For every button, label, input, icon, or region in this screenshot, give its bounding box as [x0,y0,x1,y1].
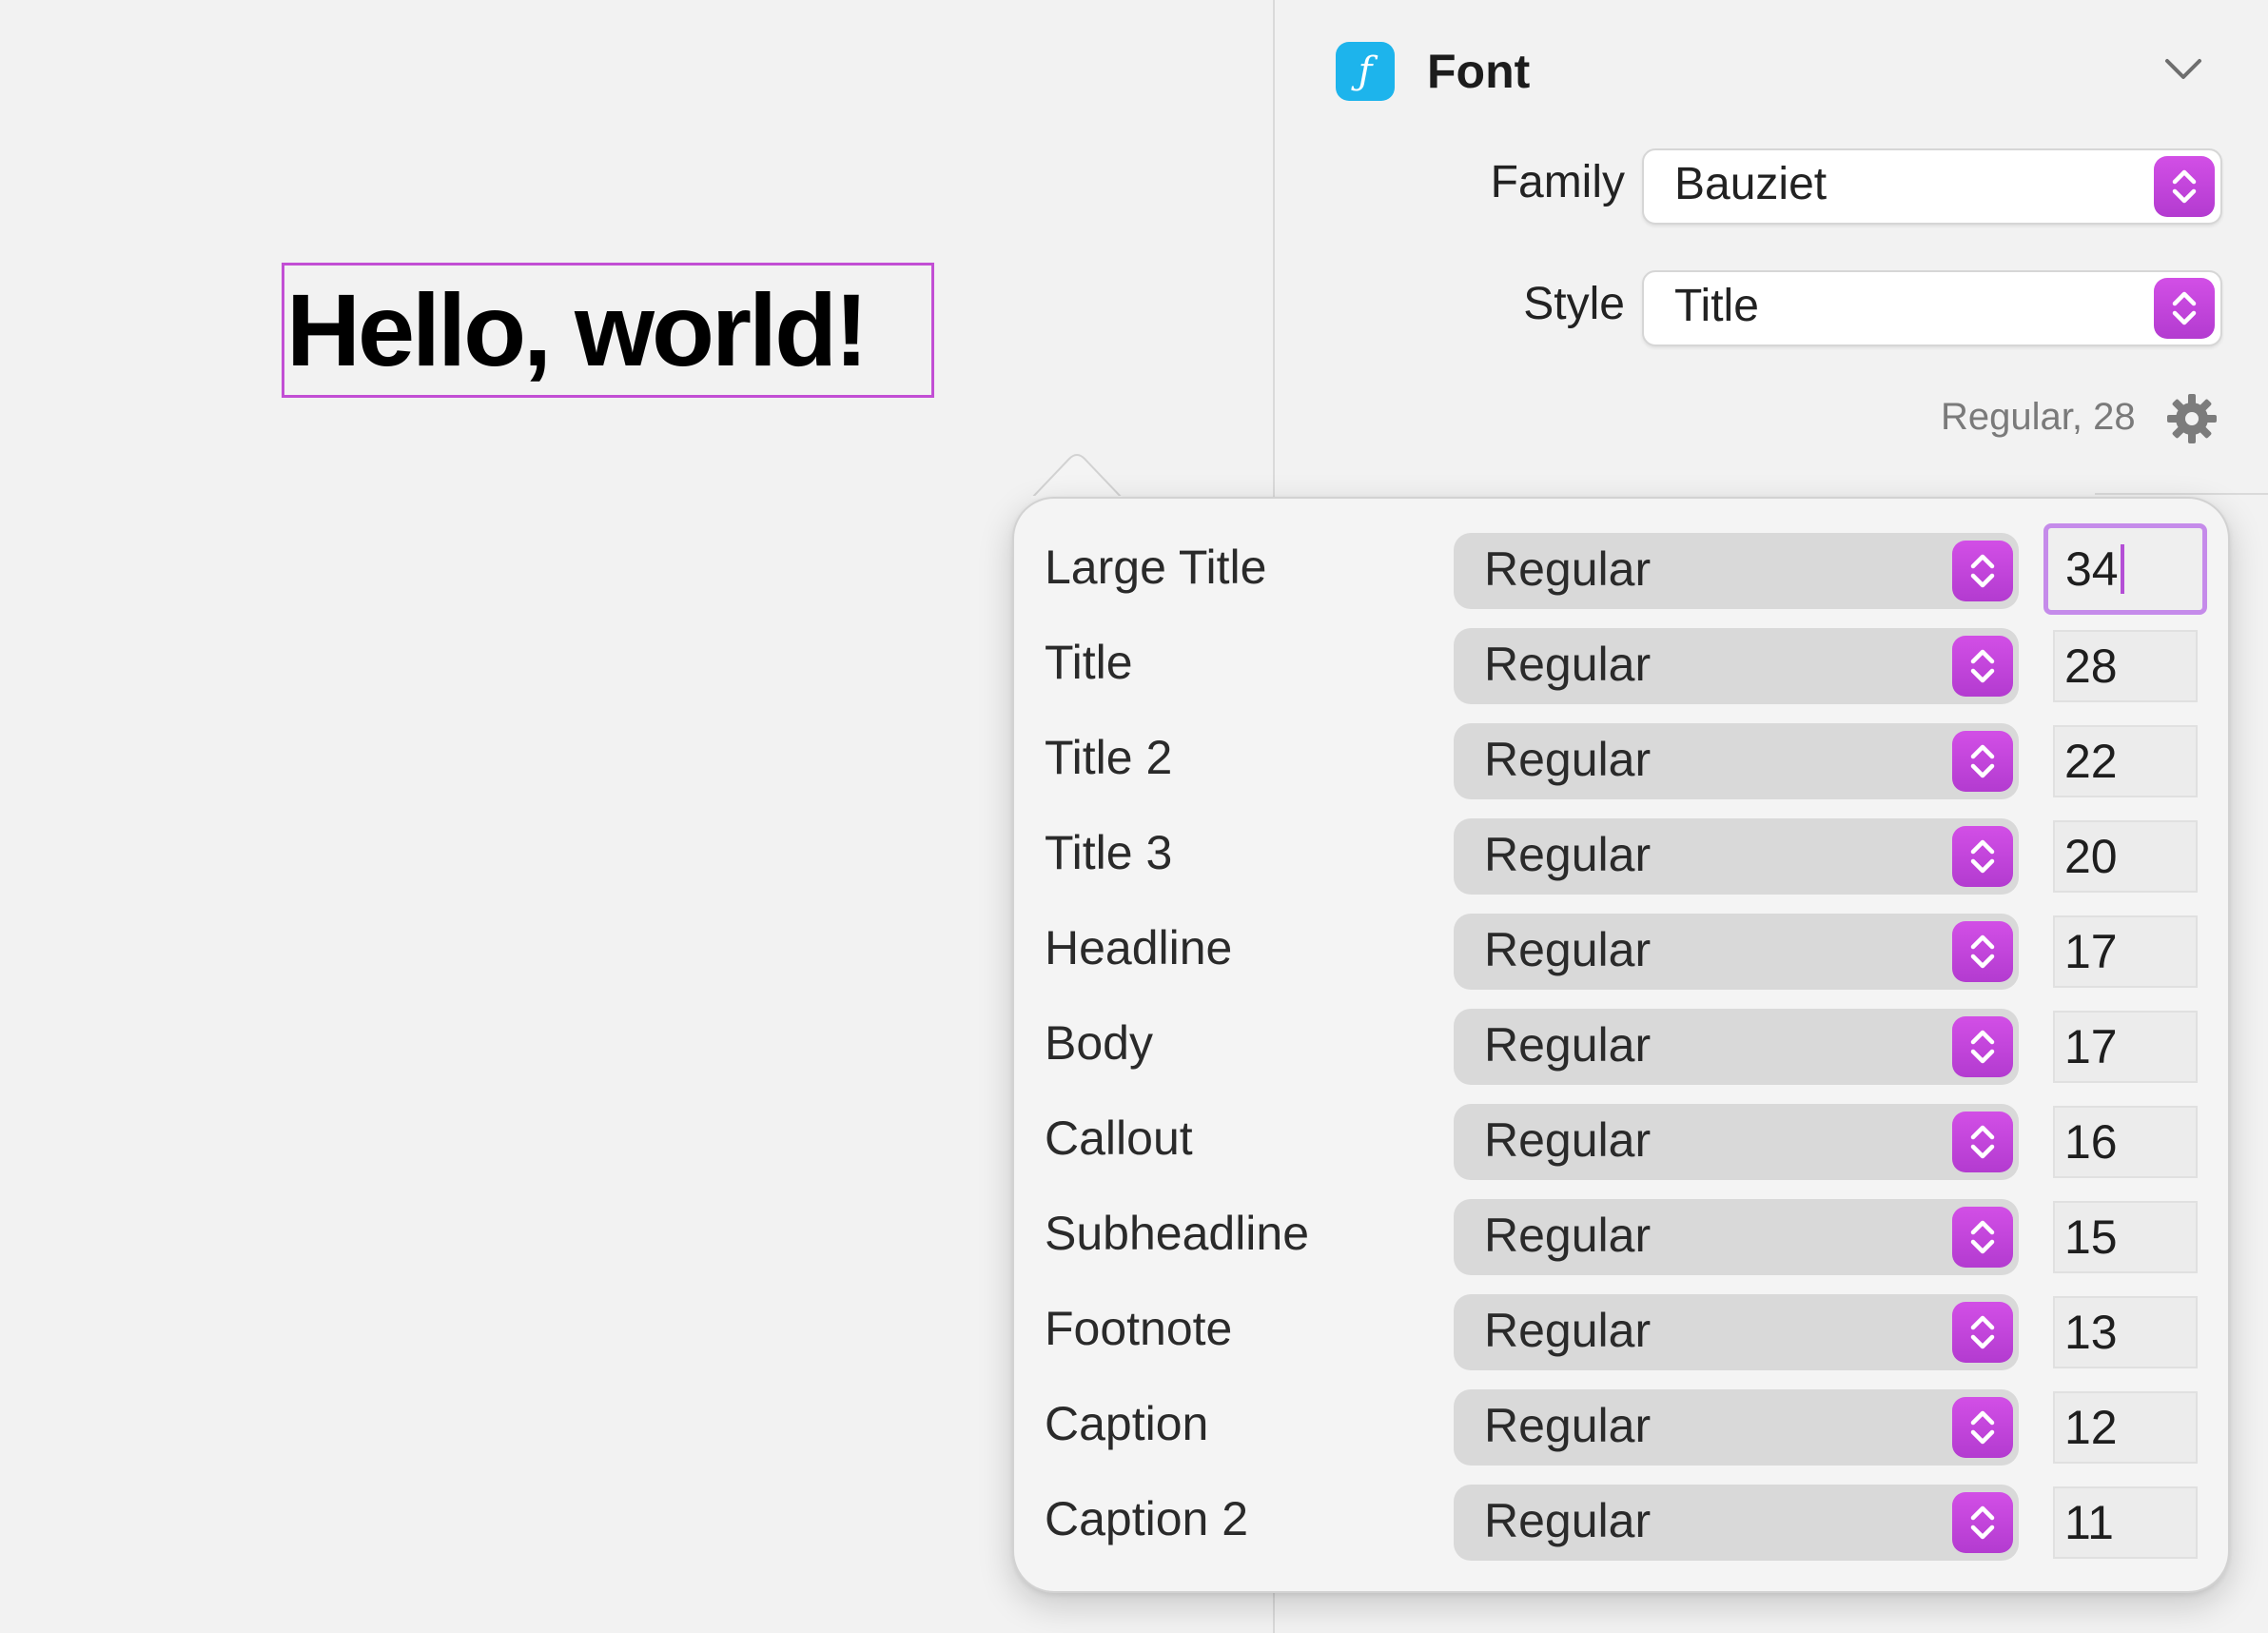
family-popup[interactable]: Bauziet [1642,148,2222,225]
size-value: 28 [2064,639,2118,693]
size-value: 22 [2064,735,2118,788]
weight-value: Regular [1484,1304,1652,1357]
size-value: 15 [2064,1210,2118,1264]
weight-value: Regular [1484,828,1652,881]
size-field[interactable]: 12 [2053,1391,2198,1464]
text-style-name: Title [1045,636,1133,689]
size-value: 16 [2064,1115,2118,1169]
updown-chevron-icon[interactable] [1952,1397,2013,1458]
size-field[interactable]: 11 [2053,1486,2198,1559]
weight-value: Regular [1484,542,1652,596]
weight-select[interactable]: Regular [1454,1199,2019,1275]
text-style-name: Large Title [1045,541,1267,594]
text-style-name: Caption [1045,1397,1209,1450]
gear-icon[interactable] [2165,392,2219,445]
text-style-name: Headline [1045,921,1233,974]
weight-select[interactable]: Regular [1454,818,2019,895]
weight-select[interactable]: Regular [1454,628,2019,704]
text-style-row: Title Regular 28 [1014,615,2228,710]
size-value: 12 [2064,1401,2118,1454]
text-style-row: Footnote Regular 13 [1014,1281,2228,1376]
updown-chevron-icon[interactable] [2154,278,2215,339]
text-style-name: Footnote [1045,1302,1233,1355]
weight-value: Regular [1484,1113,1652,1167]
weight-select[interactable]: Regular [1454,914,2019,990]
text-style-row: Caption 2 Regular 11 [1014,1471,2228,1566]
weight-select[interactable]: Regular [1454,1485,2019,1561]
weight-value: Regular [1484,1494,1652,1547]
section-title: Font [1427,45,1531,98]
size-field[interactable]: 34 [2043,523,2207,615]
text-style-name: Caption 2 [1045,1492,1249,1545]
updown-chevron-icon[interactable] [1952,1492,2013,1553]
text-style-name: Title 2 [1045,731,1173,784]
section-divider [2095,493,2268,495]
weight-select[interactable]: Regular [1454,1104,2019,1180]
chevron-down-icon[interactable] [2160,49,2207,88]
font-icon-glyph: ƒ [1358,49,1373,93]
size-field[interactable]: 17 [2053,915,2198,988]
updown-chevron-icon[interactable] [1952,731,2013,792]
size-field[interactable]: 22 [2053,725,2198,797]
size-field[interactable]: 16 [2053,1106,2198,1178]
text-style-row: Callout Regular 16 [1014,1091,2228,1186]
weight-value: Regular [1484,1209,1652,1262]
updown-chevron-icon[interactable] [1952,1302,2013,1363]
weight-select[interactable]: Regular [1454,533,2019,609]
size-field[interactable]: 17 [2053,1011,2198,1083]
text-style-name: Callout [1045,1112,1193,1165]
text-style-row: Caption Regular 12 [1014,1376,2228,1471]
size-field[interactable]: 13 [2053,1296,2198,1368]
style-summary: Regular, 28 [1941,396,2136,438]
text-style-row: Body Regular 17 [1014,995,2228,1091]
text-style-row: Headline Regular 17 [1014,900,2228,995]
updown-chevron-icon[interactable] [1952,541,2013,601]
size-field[interactable]: 15 [2053,1201,2198,1273]
text-style-row: Title 2 Regular 22 [1014,710,2228,805]
text-style-name: Body [1045,1016,1153,1070]
size-value: 17 [2064,925,2118,978]
weight-value: Regular [1484,638,1652,691]
updown-chevron-icon[interactable] [1952,1016,2013,1077]
weight-select[interactable]: Regular [1454,1009,2019,1085]
weight-value: Regular [1484,1018,1652,1072]
text-caret [2120,543,2124,594]
font-section-header[interactable]: ƒ Font [1336,42,1530,101]
family-label: Family [1490,157,1625,207]
text-style-row: Large Title Regular 34 [1014,520,2228,615]
text-styles-popover: Large Title Regular 34 Title Regular 28 [1012,497,2230,1593]
popover-arrow [1031,454,1123,499]
updown-chevron-icon[interactable] [1952,636,2013,697]
weight-value: Regular [1484,1399,1652,1452]
text-style-row: Title 3 Regular 20 [1014,805,2228,900]
weight-value: Regular [1484,733,1652,786]
updown-chevron-icon[interactable] [1952,826,2013,887]
style-value: Title [1674,281,1759,331]
updown-chevron-icon[interactable] [1952,1112,2013,1172]
size-value: 13 [2064,1306,2118,1359]
weight-select[interactable]: Regular [1454,1389,2019,1466]
updown-chevron-icon[interactable] [1952,921,2013,982]
text-style-row: Subheadline Regular 15 [1014,1186,2228,1281]
weight-select[interactable]: Regular [1454,1294,2019,1370]
size-value: 17 [2064,1020,2118,1073]
updown-chevron-icon[interactable] [1952,1207,2013,1268]
app-window: Hello, world! ƒ Font Family Bauziet Styl… [0,0,2268,1633]
family-value: Bauziet [1674,159,1828,209]
size-value: 20 [2064,830,2118,883]
style-label: Style [1523,279,1625,329]
style-popup[interactable]: Title [1642,270,2222,346]
size-value: 11 [2064,1496,2114,1549]
size-value: 34 [2065,542,2119,596]
size-field[interactable]: 20 [2053,820,2198,893]
font-f-icon: ƒ [1336,42,1395,101]
weight-value: Regular [1484,923,1652,976]
text-style-name: Subheadline [1045,1207,1310,1260]
preview-text-selected[interactable]: Hello, world! [282,263,934,398]
weight-select[interactable]: Regular [1454,723,2019,799]
size-field[interactable]: 28 [2053,630,2198,702]
text-style-name: Title 3 [1045,826,1173,879]
updown-chevron-icon[interactable] [2154,156,2215,217]
